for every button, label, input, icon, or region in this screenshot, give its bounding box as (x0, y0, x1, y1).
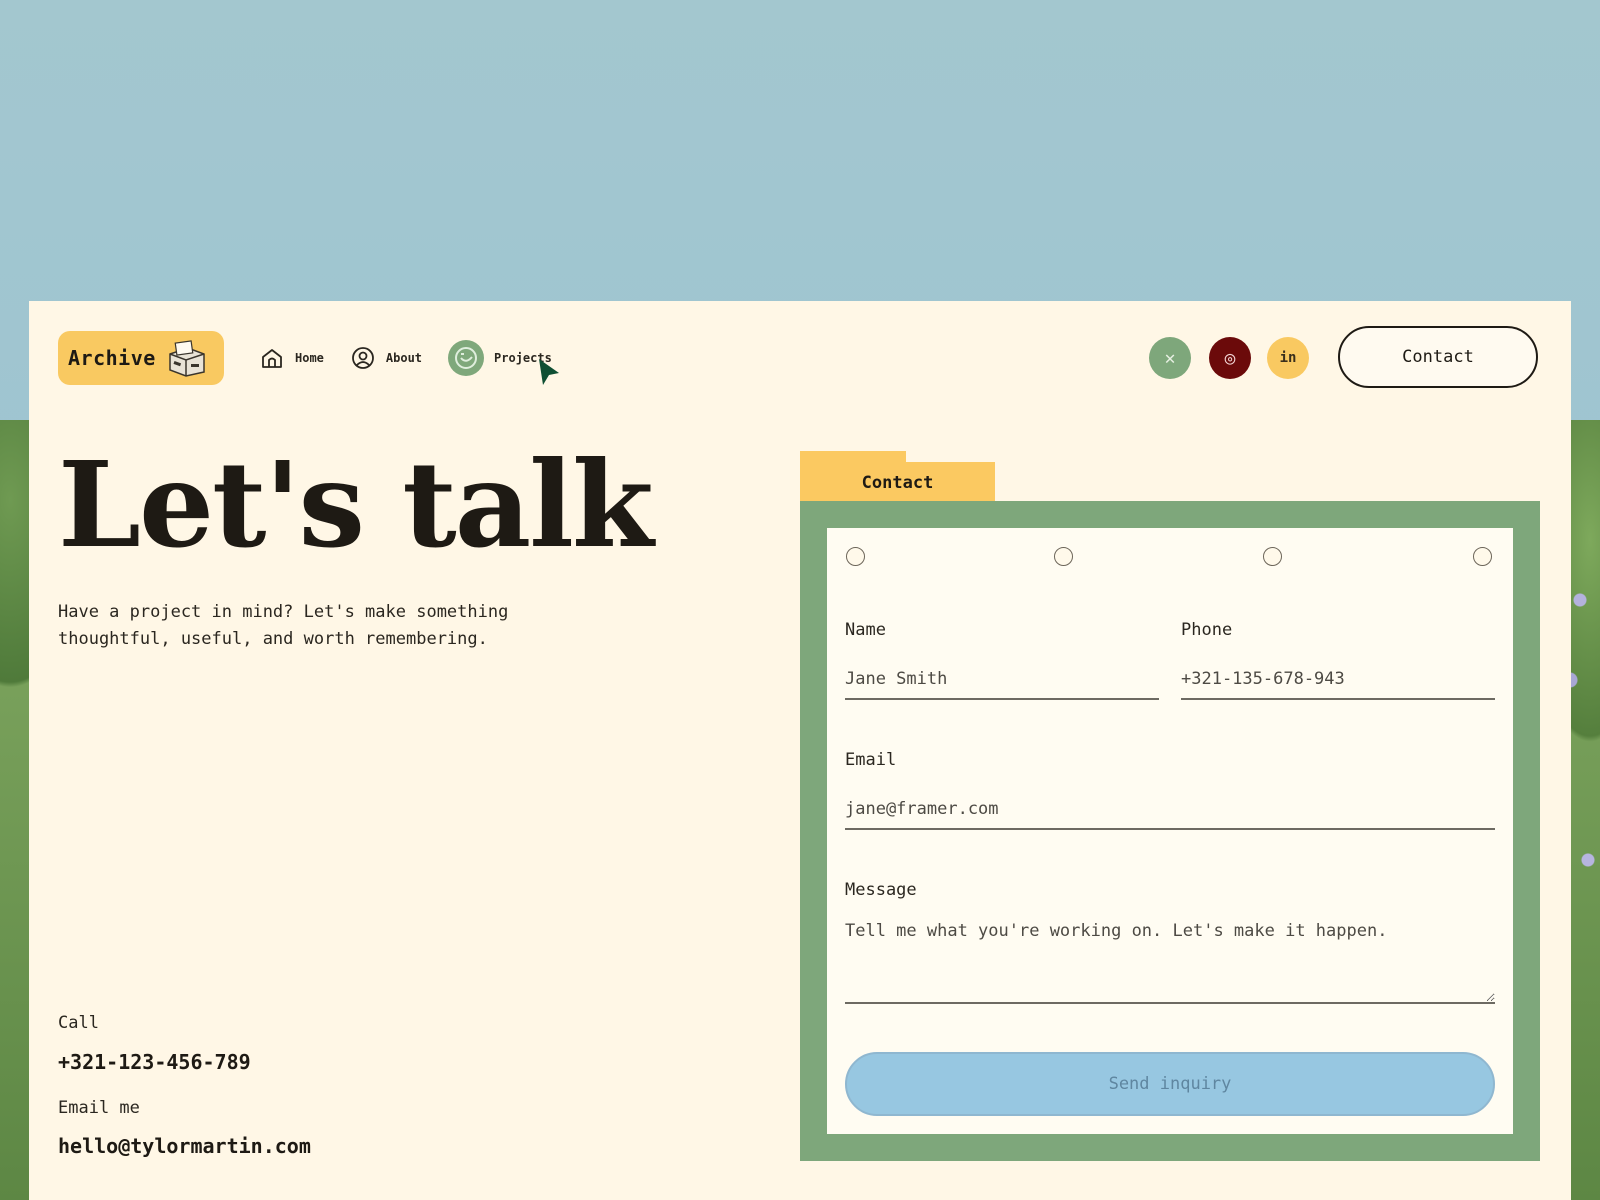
intro-text: Have a project in mind? Let's make somet… (58, 602, 509, 649)
main-nav: Home About Projects (259, 336, 578, 380)
message-label: Message (845, 880, 917, 900)
binder-hole (1263, 547, 1282, 566)
x-icon: ✕ (1164, 347, 1176, 369)
name-label: Name (845, 620, 886, 640)
email-field-label: Email (845, 750, 897, 770)
nav-item-home[interactable]: Home (259, 345, 324, 371)
phone-label: Phone (1181, 620, 1233, 640)
main-panel: Archive Home About Projects ✕ ◎ in Conta… (29, 301, 1571, 1200)
email-input[interactable] (845, 798, 1495, 830)
nav-item-label: About (385, 351, 423, 365)
instagram-icon: ◎ (1224, 347, 1236, 369)
call-label: Call (58, 1013, 99, 1033)
phone-input[interactable] (1181, 668, 1495, 700)
logo-text: Archive (68, 346, 156, 370)
message-textarea[interactable] (845, 918, 1495, 1004)
file-cabinet-icon (169, 340, 205, 377)
linkedin-icon: in (1279, 350, 1297, 366)
nav-item-label: Home (295, 351, 324, 365)
smiley-icon (455, 347, 478, 369)
nav-active-indicator (448, 340, 485, 376)
contact-form-card: Name Phone Email Message Send inquiry (800, 501, 1540, 1161)
instagram-social-link[interactable]: ◎ (1209, 337, 1251, 379)
send-inquiry-button[interactable]: Send inquiry (845, 1052, 1495, 1116)
house-icon (262, 349, 282, 368)
binder-hole (846, 547, 865, 566)
name-input[interactable] (845, 668, 1159, 700)
user-icon (352, 347, 374, 369)
form-sheet: Name Phone Email Message Send inquiry (827, 528, 1513, 1134)
contact-button[interactable]: Contact (1338, 326, 1538, 388)
x-social-link[interactable]: ✕ (1149, 337, 1191, 379)
email-link[interactable]: hello@tylormartin.com (58, 1134, 311, 1158)
page-title: Let's talk (58, 435, 654, 574)
logo-link[interactable]: Archive (58, 331, 224, 385)
binder-hole (1473, 547, 1492, 566)
mouse-pointer-icon (539, 359, 559, 385)
contact-folder-tab[interactable]: Contact (800, 451, 995, 503)
linkedin-social-link[interactable]: in (1267, 337, 1309, 379)
binder-hole (1054, 547, 1073, 566)
nav-item-about[interactable]: About (350, 345, 422, 371)
email-label: Email me (58, 1098, 140, 1118)
phone-number-link[interactable]: +321-123-456-789 (58, 1050, 251, 1074)
